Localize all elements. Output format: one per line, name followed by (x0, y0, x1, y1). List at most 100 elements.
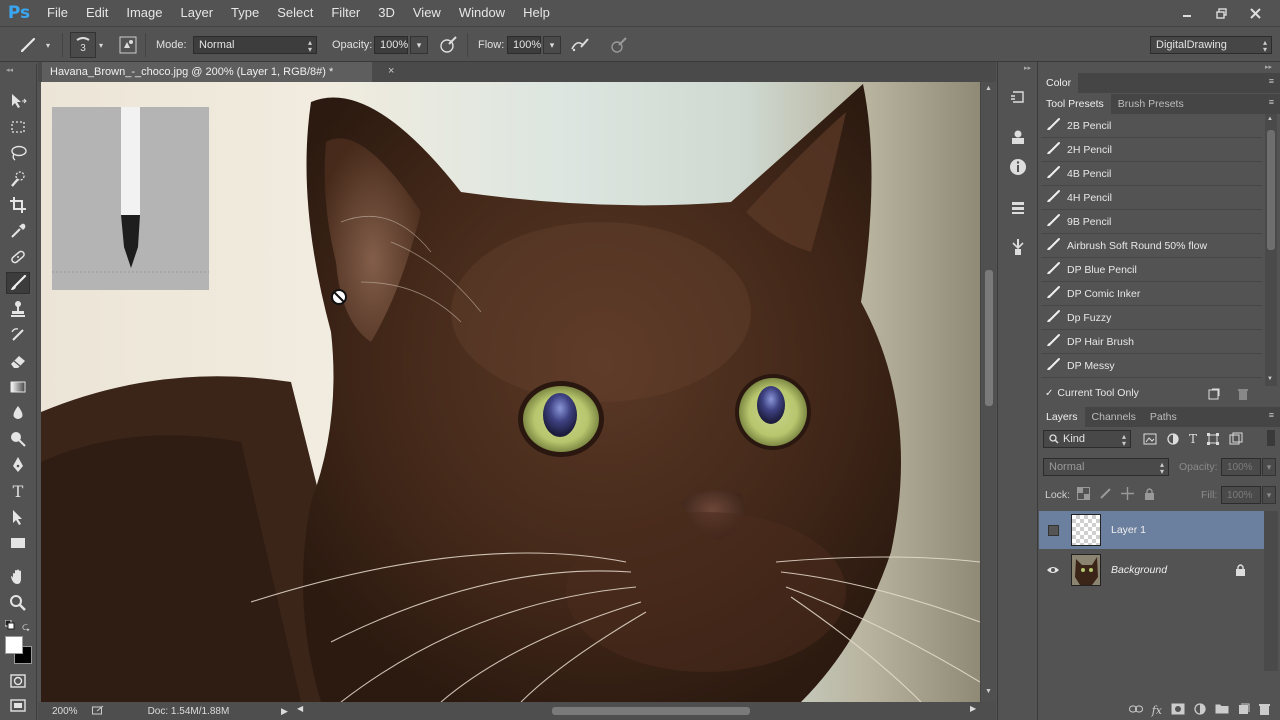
filter-pixel-icon[interactable] (1143, 432, 1157, 449)
menu-window[interactable]: Window (450, 0, 514, 26)
tool-preset-item[interactable]: 2H Pencil (1041, 138, 1262, 162)
filter-smart-object-icon[interactable] (1229, 432, 1243, 449)
scroll-left-icon[interactable]: ◀ (297, 704, 303, 713)
scroll-up-icon[interactable]: ▲ (1267, 116, 1273, 122)
menu-filter[interactable]: Filter (322, 0, 369, 26)
menu-file[interactable]: File (38, 0, 77, 26)
status-menu-arrow-icon[interactable]: ▶ (281, 706, 288, 717)
pressure-opacity-button[interactable] (438, 27, 458, 63)
zoom-level[interactable]: 200% (52, 706, 78, 717)
fill-slider-button[interactable]: ▾ (1262, 486, 1276, 504)
tab-channels[interactable]: Channels (1085, 407, 1143, 427)
filter-type-icon[interactable]: T (1189, 432, 1197, 449)
fill-field[interactable]: 100% ▾ (1221, 486, 1276, 504)
panel-menu-icon[interactable]: ≡ (1269, 410, 1274, 420)
quick-selection-tool-icon[interactable] (6, 168, 30, 190)
close-icon[interactable] (1238, 3, 1272, 23)
new-adjustment-layer-icon[interactable] (1194, 702, 1206, 718)
vertical-scroll-thumb[interactable] (985, 270, 993, 406)
link-layers-icon[interactable] (1128, 704, 1143, 717)
lock-position-icon[interactable] (1121, 487, 1134, 503)
tab-color[interactable]: Color (1039, 73, 1079, 93)
layer-filter-kind-dropdown[interactable]: Kind ▴ ▾ (1043, 430, 1131, 448)
layer-row-background[interactable]: Background (1039, 551, 1264, 589)
add-mask-icon[interactable] (1171, 703, 1185, 718)
collapse-arrows-icon[interactable]: ◂◂ (6, 66, 13, 74)
brush-panel-icon[interactable] (1006, 236, 1030, 258)
gradient-tool-icon[interactable] (6, 376, 30, 398)
horizontal-scroll-thumb[interactable] (552, 707, 750, 715)
opacity-field[interactable]: 100% ▾ (374, 27, 428, 63)
document-tab[interactable]: Havana_Brown_-_choco.jpg @ 200% (Layer 1… (42, 62, 372, 82)
preset-scroll-thumb[interactable] (1267, 130, 1275, 250)
tab-paths[interactable]: Paths (1143, 407, 1184, 427)
clone-stamp-tool-icon[interactable] (6, 298, 30, 320)
quick-mask-icon[interactable] (6, 670, 30, 692)
horizontal-scrollbar[interactable]: ◀ ▶ (297, 704, 1014, 716)
properties-panel-icon[interactable] (1006, 126, 1030, 148)
screen-mode-icon[interactable] (6, 694, 30, 716)
workspace-switcher[interactable]: DigitalDrawing ▴ ▾ (1150, 27, 1272, 63)
airbrush-button[interactable] (569, 27, 591, 63)
lock-pixels-icon[interactable] (1099, 487, 1112, 503)
dodge-tool-icon[interactable] (6, 428, 30, 450)
tool-preset-item[interactable]: DP Hair Brush (1041, 330, 1262, 354)
menu-type[interactable]: Type (222, 0, 268, 26)
tool-preset-item[interactable]: DP Blue Pencil (1041, 258, 1262, 282)
layer-visibility-toggle[interactable] (1039, 511, 1067, 549)
panel-menu-icon[interactable]: ≡ (1269, 97, 1274, 107)
flow-field[interactable]: 100% ▾ (507, 27, 561, 63)
tool-preset-item[interactable]: 2B Pencil (1041, 114, 1262, 138)
preset-scrollbar[interactable]: ▲ ▼ (1265, 114, 1277, 386)
default-colors-icon[interactable] (4, 619, 15, 633)
tool-preset-item[interactable]: Dp Fuzzy (1041, 306, 1262, 330)
filter-toggle-switch[interactable] (1267, 430, 1275, 446)
blur-tool-icon[interactable] (6, 402, 30, 424)
filter-adjustment-icon[interactable] (1166, 432, 1180, 449)
tab-brush-presets[interactable]: Brush Presets (1111, 94, 1191, 114)
tool-preset-item[interactable]: DP Comic Inker (1041, 282, 1262, 306)
tool-preset-item[interactable]: Airbrush Soft Round 50% flow (1041, 234, 1262, 258)
vertical-scrollbar[interactable]: ▲ ▼ (980, 82, 996, 702)
menu-help[interactable]: Help (514, 0, 559, 26)
collapse-panels-icon[interactable]: ▸▸ (1265, 63, 1272, 71)
eyedropper-tool-icon[interactable] (6, 220, 30, 242)
flow-slider-button[interactable]: ▾ (543, 36, 561, 54)
tab-tool-presets[interactable]: Tool Presets (1039, 94, 1111, 114)
lock-all-icon[interactable] (1143, 487, 1156, 503)
new-preset-icon[interactable] (1208, 388, 1220, 403)
menu-image[interactable]: Image (117, 0, 171, 26)
hand-tool-icon[interactable] (6, 566, 30, 588)
history-panel-icon[interactable] (1006, 86, 1030, 108)
document-canvas[interactable] (41, 82, 980, 702)
eraser-tool-icon[interactable] (6, 350, 30, 372)
current-tool-only-checkbox[interactable]: ✓ Current Tool Only (1045, 387, 1139, 399)
layer-opacity-field[interactable]: 100% ▾ (1221, 458, 1276, 476)
move-tool-icon[interactable] (6, 90, 30, 112)
info-panel-icon[interactable] (1006, 156, 1030, 178)
menu-edit[interactable]: Edit (77, 0, 117, 26)
tool-preset-item[interactable]: 4B Pencil (1041, 162, 1262, 186)
brush-tool-preset-picker[interactable]: ▾ (18, 27, 50, 63)
delete-preset-icon[interactable] (1237, 388, 1249, 403)
healing-brush-tool-icon[interactable] (6, 246, 30, 268)
opacity-slider-button[interactable]: ▾ (410, 36, 428, 54)
filter-shape-icon[interactable] (1206, 432, 1220, 449)
layer-opacity-slider-button[interactable]: ▾ (1262, 458, 1276, 476)
lasso-tool-icon[interactable] (6, 142, 30, 164)
restore-icon[interactable] (1204, 3, 1238, 23)
rectangle-tool-icon[interactable] (6, 532, 30, 554)
tool-preset-item[interactable]: 9B Pencil (1041, 210, 1262, 234)
pressure-size-button[interactable] (609, 27, 629, 63)
menu-3d[interactable]: 3D (369, 0, 404, 26)
toggle-brush-panel-button[interactable] (119, 27, 137, 63)
new-group-icon[interactable] (1215, 703, 1229, 717)
tool-preset-item[interactable]: DP Messy (1041, 354, 1262, 378)
minimize-icon[interactable] (1170, 3, 1204, 23)
tab-layers[interactable]: Layers (1039, 407, 1085, 427)
scroll-up-icon[interactable]: ▲ (985, 85, 992, 92)
brush-size-picker[interactable]: 3 ▾ (70, 27, 103, 63)
crop-tool-icon[interactable] (6, 194, 30, 216)
zoom-tool-icon[interactable] (6, 592, 30, 614)
layer-style-icon[interactable]: fx (1152, 704, 1162, 717)
